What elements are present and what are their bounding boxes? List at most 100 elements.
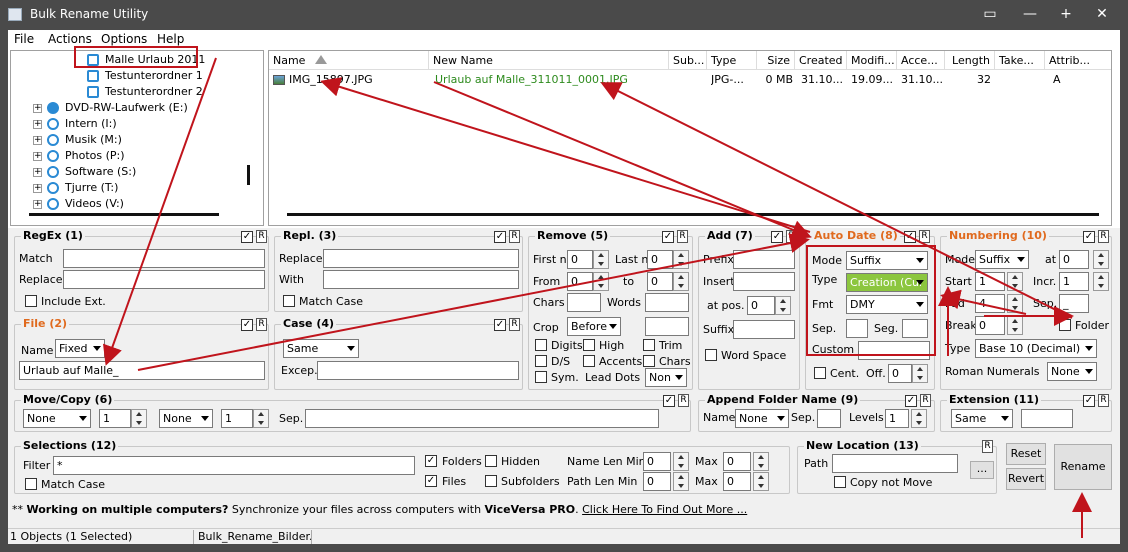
at-pos-spinner[interactable]	[775, 296, 791, 315]
file-enable-checkbox[interactable]: ✓	[241, 319, 253, 331]
max1-input[interactable]: 0	[723, 452, 751, 471]
numbering-reset-button[interactable]: R	[1098, 230, 1109, 243]
case-mode-select[interactable]: Same	[283, 339, 359, 358]
crop-input[interactable]	[645, 317, 689, 336]
incr-spinner[interactable]	[1093, 272, 1109, 291]
ds-checkbox[interactable]	[535, 355, 547, 367]
movecopy-reset-button[interactable]: R	[678, 394, 689, 407]
off-spinner[interactable]	[912, 364, 928, 383]
col-length[interactable]: Length	[945, 51, 995, 70]
expand-icon[interactable]: +	[33, 200, 42, 209]
col-taken[interactable]: Take...	[995, 51, 1045, 70]
from-spinner[interactable]	[593, 272, 609, 291]
numbering-sep-input[interactable]: _	[1059, 294, 1089, 313]
name-len-min-input[interactable]: 0	[643, 452, 671, 471]
movecopy-select-1[interactable]: None	[23, 409, 91, 428]
add-enable-checkbox[interactable]: ✓	[771, 231, 783, 243]
max1-spinner[interactable]	[753, 452, 769, 471]
appendfolder-reset-button[interactable]: R	[920, 394, 931, 407]
menu-file[interactable]: File	[14, 32, 34, 46]
close-button[interactable]: ✕	[1084, 0, 1120, 30]
menu-actions[interactable]: Actions	[48, 32, 92, 46]
prefix-input[interactable]	[733, 250, 795, 269]
words-input[interactable]	[645, 293, 689, 312]
name-len-min-spinner[interactable]	[673, 452, 689, 471]
expand-icon[interactable]: +	[33, 184, 42, 193]
col-size[interactable]: Size	[757, 51, 795, 70]
first-n-input[interactable]: 0	[567, 250, 593, 269]
tree-horizontal-scrollbar[interactable]	[29, 213, 219, 216]
tree-vertical-scrollbar[interactable]	[247, 165, 250, 185]
col-attrib[interactable]: Attrib...	[1045, 51, 1111, 70]
cent-checkbox[interactable]	[814, 367, 826, 379]
file-name-mode-select[interactable]: Fixed	[55, 339, 105, 358]
numbering-type-select[interactable]: Base 10 (Decimal)	[975, 339, 1097, 358]
appendfolder-enable-checkbox[interactable]: ✓	[905, 395, 917, 407]
files-checkbox[interactable]: ✓	[425, 475, 437, 487]
add-reset-button[interactable]: R	[786, 230, 797, 243]
insert-input[interactable]	[733, 272, 795, 291]
col-new-name[interactable]: New Name	[429, 51, 669, 70]
expand-icon[interactable]: +	[33, 104, 42, 113]
remove-enable-checkbox[interactable]: ✓	[662, 231, 674, 243]
high-checkbox[interactable]	[583, 339, 595, 351]
path-input[interactable]	[832, 454, 958, 473]
file-list[interactable]: Name New Name Sub... Type Size Created M…	[268, 50, 1112, 226]
movecopy-spinner-1[interactable]	[131, 409, 147, 428]
off-input[interactable]: 0	[888, 364, 912, 383]
movecopy-num-1[interactable]: 1	[99, 409, 131, 428]
maximize-button[interactable]: +	[1048, 0, 1084, 30]
extension-mode-select[interactable]: Same	[951, 409, 1013, 428]
rename-button[interactable]: Rename	[1054, 444, 1112, 490]
movecopy-spinner-2[interactable]	[253, 409, 269, 428]
hidden-checkbox[interactable]	[485, 455, 497, 467]
appendfolder-name-select[interactable]: None	[735, 409, 789, 428]
numbering-enable-checkbox[interactable]: ✓	[1083, 231, 1095, 243]
first-n-spinner[interactable]	[593, 250, 609, 269]
regex-replace-input[interactable]	[63, 270, 265, 289]
autodate-reset-button[interactable]: R	[919, 230, 930, 243]
trim-checkbox[interactable]	[643, 339, 655, 351]
movecopy-num-2[interactable]: 1	[221, 409, 253, 428]
start-input[interactable]: 1	[975, 272, 1005, 291]
pad-spinner[interactable]	[1007, 294, 1023, 313]
repl-enable-checkbox[interactable]: ✓	[494, 231, 506, 243]
extension-enable-checkbox[interactable]: ✓	[1083, 395, 1095, 407]
max2-input[interactable]: 0	[723, 472, 751, 491]
menu-options[interactable]: Options	[101, 32, 147, 46]
accents-checkbox[interactable]	[583, 355, 595, 367]
reset-button[interactable]: Reset	[1006, 443, 1046, 465]
col-type[interactable]: Type	[707, 51, 757, 70]
levels-input[interactable]: 1	[885, 409, 909, 428]
menu-help[interactable]: Help	[157, 32, 184, 46]
repl-match-case-checkbox[interactable]	[283, 295, 295, 307]
expand-icon[interactable]: +	[33, 136, 42, 145]
max2-spinner[interactable]	[753, 472, 769, 491]
folder-tree[interactable]: Malle Urlaub 2011 Testunterordner 1 Test…	[10, 50, 264, 226]
extension-input[interactable]	[1021, 409, 1073, 428]
col-modified[interactable]: Modifi...	[847, 51, 897, 70]
extension-reset-button[interactable]: R	[1098, 394, 1109, 407]
from-input[interactable]: 0	[567, 272, 593, 291]
suffix-input[interactable]	[733, 320, 795, 339]
digits-checkbox[interactable]	[535, 339, 547, 351]
expand-icon[interactable]: +	[33, 120, 42, 129]
at-pos-input[interactable]: 0	[747, 296, 775, 315]
minimize-button[interactable]: —	[1012, 0, 1048, 30]
folders-checkbox[interactable]: ✓	[425, 455, 437, 467]
roman-numerals-select[interactable]: None	[1047, 362, 1097, 381]
include-ext-checkbox[interactable]	[25, 295, 37, 307]
col-accessed[interactable]: Acce...	[897, 51, 945, 70]
col-sub[interactable]: Sub...	[669, 51, 707, 70]
last-n-input[interactable]: 0	[647, 250, 673, 269]
numbering-at-spinner[interactable]	[1093, 250, 1109, 269]
file-name-input[interactable]: Urlaub auf Malle_	[19, 361, 265, 380]
numbering-mode-select[interactable]: Suffix	[975, 250, 1029, 269]
col-created[interactable]: Created	[795, 51, 847, 70]
case-excep-input[interactable]	[317, 361, 519, 380]
to-spinner[interactable]	[673, 272, 689, 291]
last-n-spinner[interactable]	[673, 250, 689, 269]
revert-button[interactable]: Revert	[1006, 468, 1046, 490]
case-enable-checkbox[interactable]: ✓	[494, 319, 506, 331]
start-spinner[interactable]	[1007, 272, 1023, 291]
